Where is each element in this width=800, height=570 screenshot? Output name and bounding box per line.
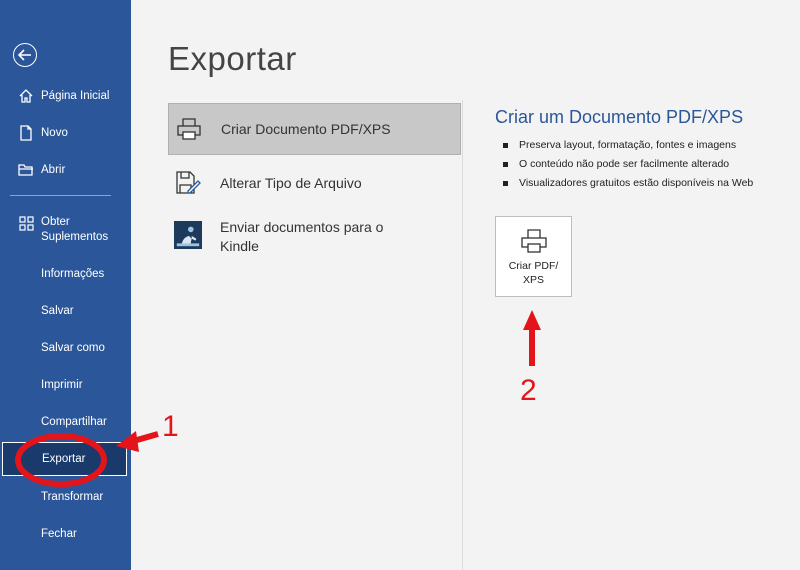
list-item: O conteúdo não pode ser facilmente alter… [503, 155, 753, 174]
add-ins-icon [17, 214, 35, 232]
detail-bullet-list: Preserva layout, formatação, fontes e im… [503, 136, 753, 193]
annotation-step-1: 1 [162, 410, 179, 443]
back-arrow-icon[interactable] [13, 43, 37, 67]
sidebar-item-close[interactable]: Fechar [0, 517, 131, 551]
new-document-icon [17, 124, 35, 142]
home-icon [17, 87, 35, 105]
annotation-circle-and-arrow [15, 431, 159, 487]
sidebar-item-add-ins[interactable]: Obter Suplementos [0, 212, 131, 248]
page-title: Exportar [168, 40, 297, 77]
detail-title: Criar um Documento PDF/XPS [495, 107, 744, 127]
sidebar-item-new[interactable]: Novo [0, 116, 131, 150]
kindle-icon [174, 220, 202, 250]
pane-divider [462, 100, 463, 570]
printer-icon [519, 227, 549, 255]
option-send-to-kindle[interactable]: Enviar documentos para o Kindle [168, 216, 461, 256]
printer-icon [175, 114, 203, 144]
change-file-type-icon [174, 168, 202, 198]
sidebar-item-info[interactable]: Informações [0, 257, 131, 291]
sidebar-item-print[interactable]: Imprimir [0, 368, 131, 402]
annotation-up-arrow [523, 310, 541, 366]
annotation-step-2: 2 [520, 374, 537, 407]
sidebar-item-save-as[interactable]: Salvar como [0, 331, 131, 365]
open-folder-icon [17, 161, 35, 179]
sidebar-item-open[interactable]: Abrir [0, 153, 131, 187]
sidebar-item-home[interactable]: Página Inicial [0, 79, 131, 113]
create-pdf-xps-button[interactable]: Criar PDF/ XPS [495, 216, 572, 297]
option-create-pdf-xps[interactable]: Criar Documento PDF/XPS [168, 103, 461, 155]
list-item: Visualizadores gratuitos estão disponíve… [503, 174, 753, 193]
sidebar-separator [10, 195, 111, 196]
list-item: Preserva layout, formatação, fontes e im… [503, 136, 753, 155]
sidebar-item-save[interactable]: Salvar [0, 294, 131, 328]
option-change-file-type[interactable]: Alterar Tipo de Arquivo [168, 166, 461, 200]
